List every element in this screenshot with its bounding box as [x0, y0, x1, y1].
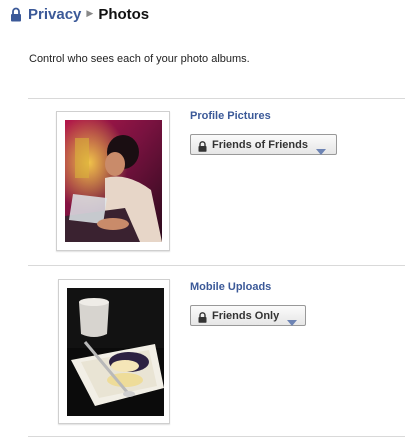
breadcrumb-separator: ▶	[86, 7, 94, 18]
lock-icon	[198, 310, 207, 323]
album-title-profile-pictures[interactable]: Profile Pictures	[190, 110, 271, 122]
profile-photo	[65, 120, 162, 242]
breadcrumb: Privacy ▶ Photos	[10, 4, 149, 24]
privacy-dropdown-label: Friends of Friends	[212, 138, 308, 151]
privacy-dropdown-profile-pictures[interactable]: Friends of Friends	[190, 134, 337, 155]
breadcrumb-privacy-link[interactable]: Privacy	[28, 6, 81, 23]
triangle-down-icon	[315, 142, 326, 155]
album-thumbnail-mobile-uploads[interactable]	[58, 279, 170, 424]
divider	[28, 436, 405, 437]
album-thumbnail-profile-pictures[interactable]	[56, 111, 170, 251]
privacy-dropdown-label: Friends Only	[212, 309, 280, 322]
privacy-dropdown-mobile-uploads[interactable]: Friends Only	[190, 305, 306, 326]
lock-icon	[198, 139, 207, 152]
lock-icon	[10, 7, 22, 22]
mobile-photo	[67, 288, 164, 416]
album-title-mobile-uploads[interactable]: Mobile Uploads	[190, 281, 271, 293]
intro-text: Control who sees each of your photo albu…	[29, 53, 250, 65]
divider	[28, 265, 405, 266]
page-title: Photos	[98, 5, 150, 23]
divider	[28, 98, 405, 99]
triangle-down-icon	[287, 313, 298, 326]
